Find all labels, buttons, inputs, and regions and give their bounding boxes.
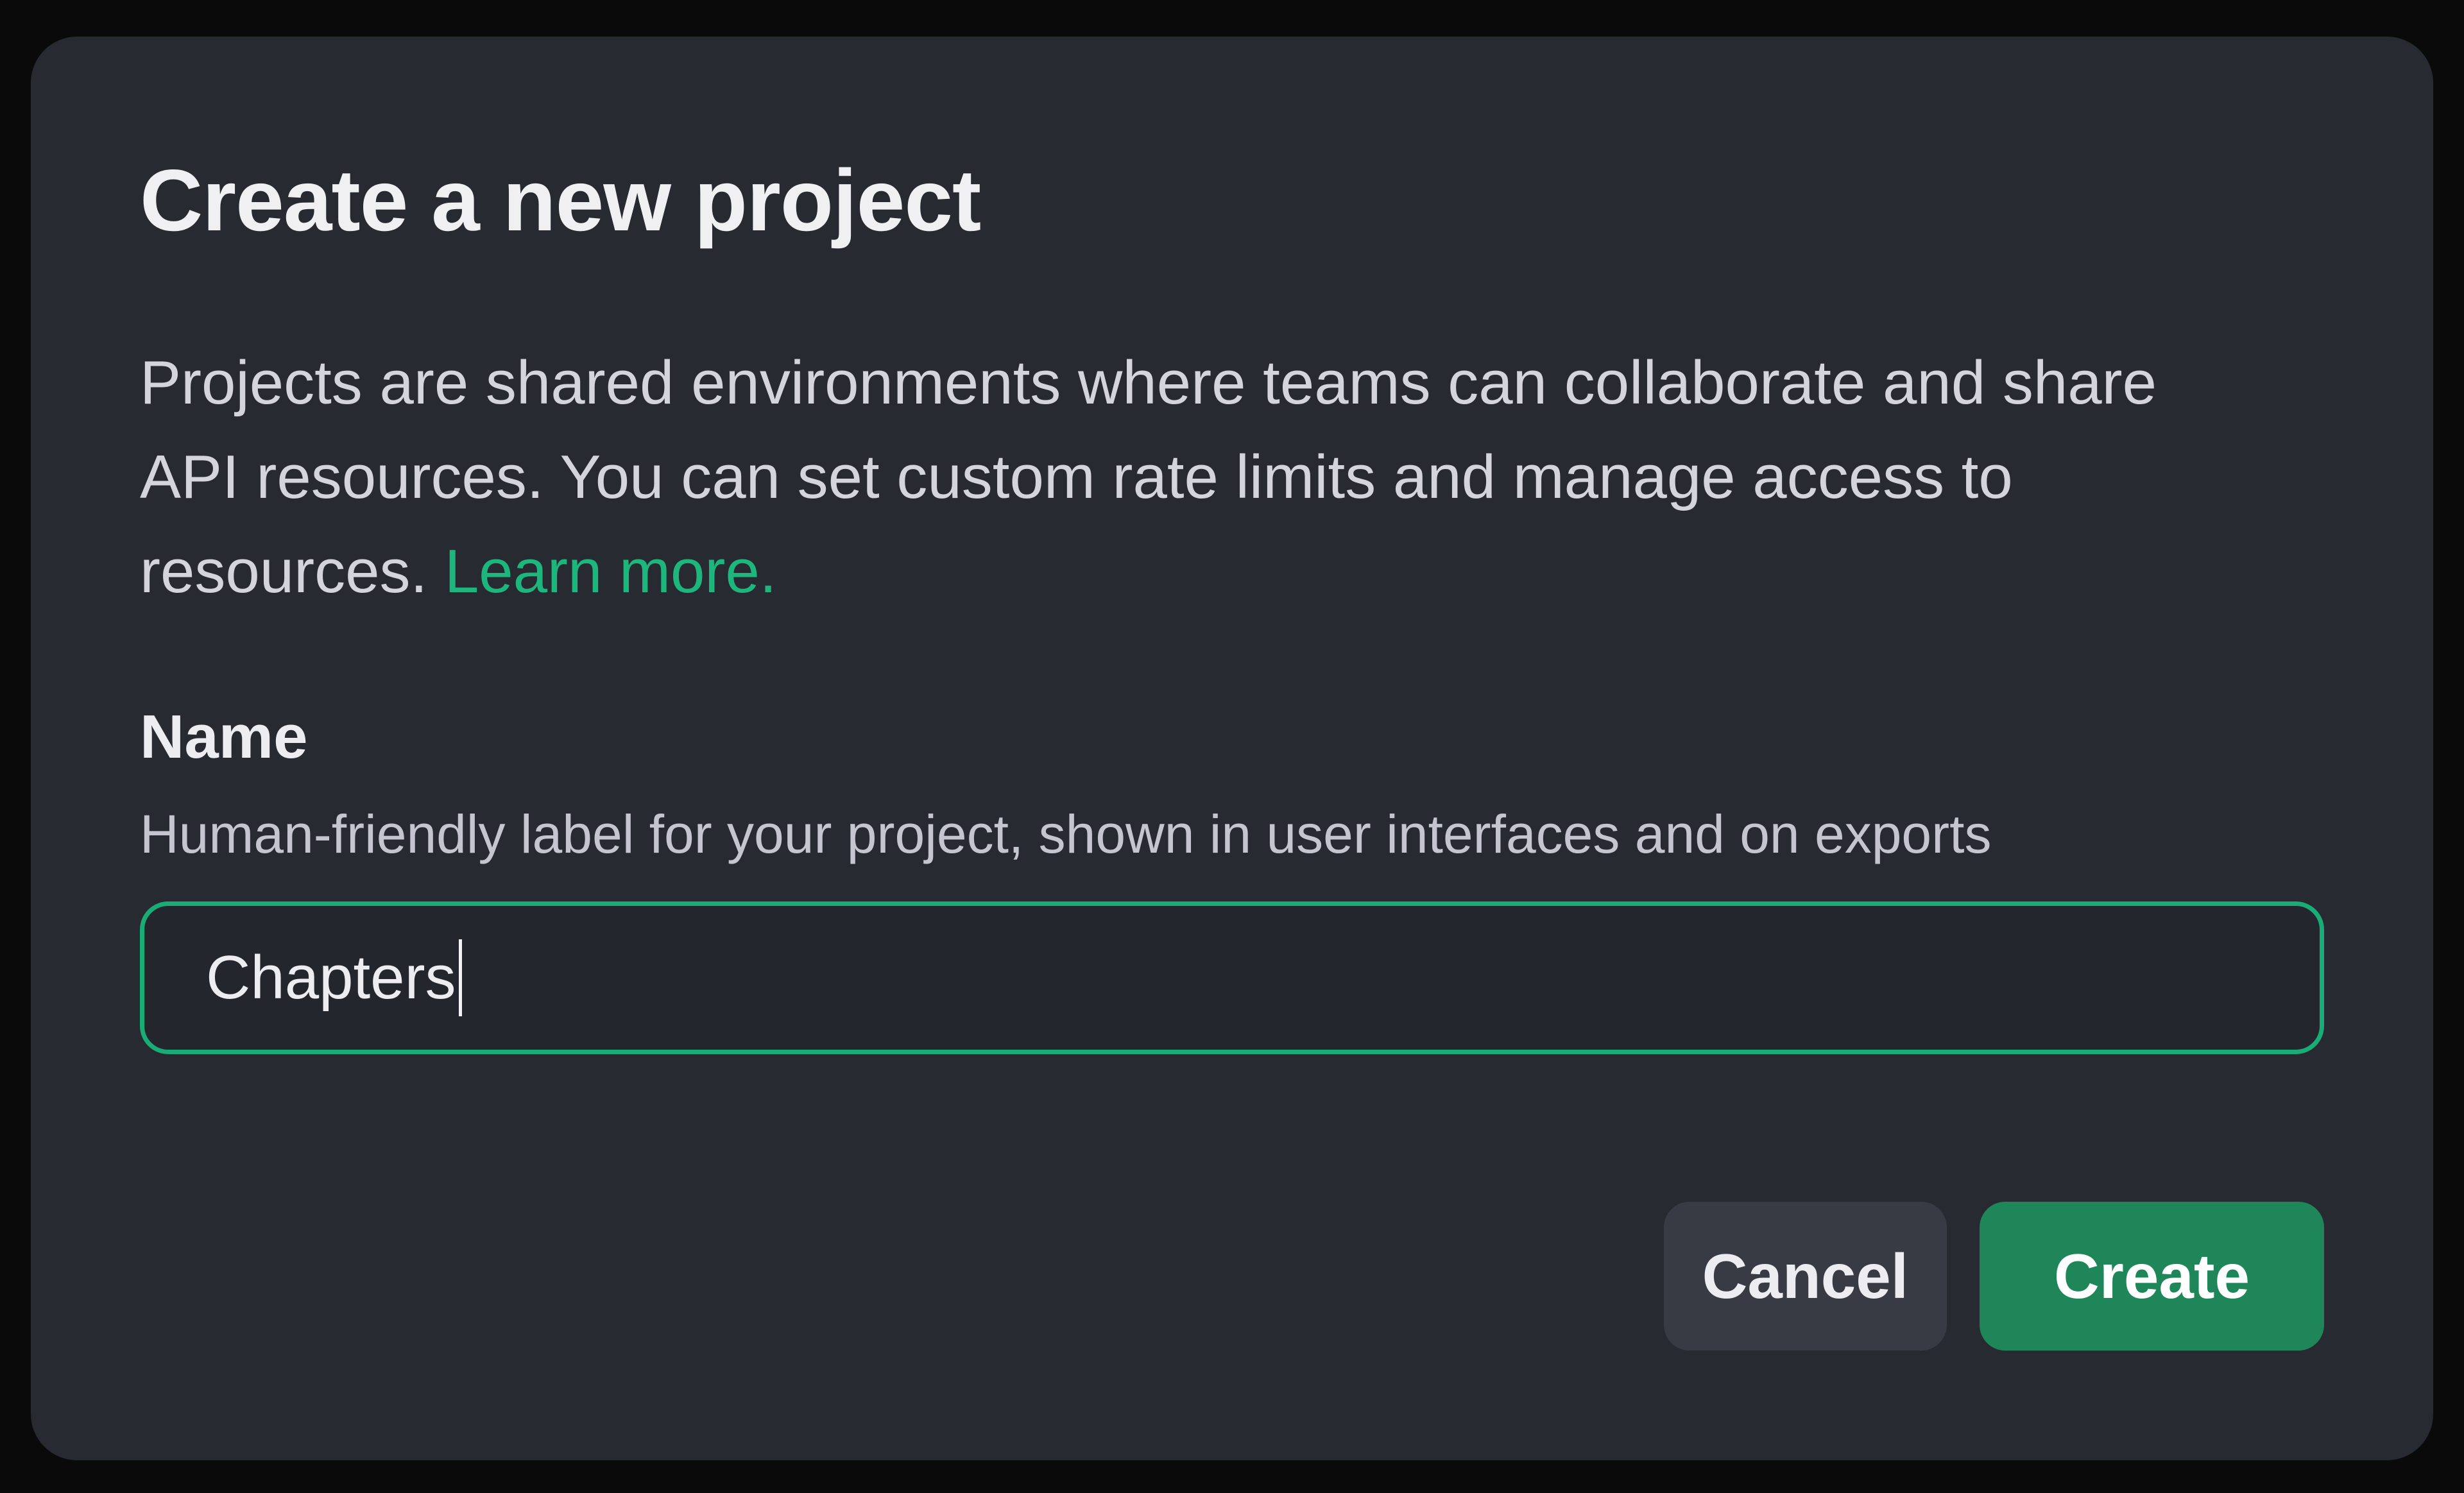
cancel-button[interactable]: Cancel: [1664, 1202, 1947, 1351]
description-line-2: API resources. You can set custom rate l…: [140, 443, 2013, 511]
dialog-actions: Cancel Create: [140, 1202, 2324, 1351]
project-name-value: Chapters: [206, 939, 456, 1016]
create-project-dialog: Create a new project Projects are shared…: [31, 37, 2433, 1460]
modal-backdrop: Create a new project Projects are shared…: [0, 0, 2464, 1493]
description-line-3: resources.: [140, 537, 427, 606]
project-name-input[interactable]: Chapters: [140, 901, 2324, 1054]
text-caret: [459, 939, 462, 1016]
dialog-title: Create a new project: [140, 146, 2324, 255]
description-line-1: Projects are shared environments where t…: [140, 348, 2157, 417]
dialog-description: Projects are shared environments where t…: [140, 336, 2324, 619]
name-field-label: Name: [140, 697, 2324, 777]
learn-more-link[interactable]: Learn more.: [445, 537, 777, 606]
name-field-helper: Human-friendly label for your project, s…: [140, 796, 2324, 872]
create-button[interactable]: Create: [1980, 1202, 2324, 1351]
